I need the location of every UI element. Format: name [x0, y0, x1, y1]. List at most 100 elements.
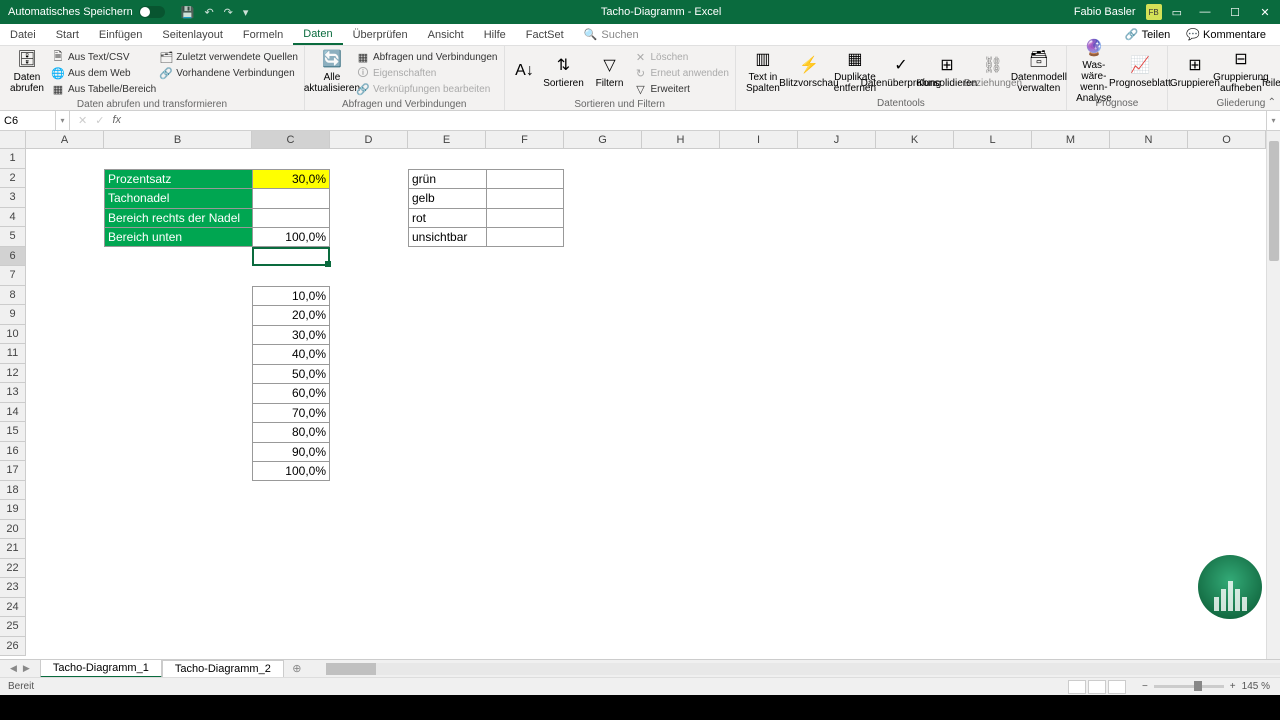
- text-to-columns[interactable]: ▥Text in Spalten: [742, 48, 784, 96]
- tab-datei[interactable]: Datei: [0, 24, 46, 45]
- row-header-24[interactable]: 24: [0, 598, 26, 618]
- queries-connections[interactable]: ▦Abfragen und Verbindungen: [357, 50, 498, 65]
- page-break-view-icon[interactable]: [1108, 680, 1126, 694]
- cell-B5[interactable]: Bereich unten: [104, 227, 252, 247]
- zoom-slider[interactable]: [1154, 685, 1224, 688]
- formula-input[interactable]: [133, 115, 1262, 127]
- tab-ansicht[interactable]: Ansicht: [418, 24, 474, 45]
- cell-C13[interactable]: 60,0%: [252, 383, 330, 403]
- scrollbar-thumb[interactable]: [326, 663, 376, 675]
- cell-E2[interactable]: grün: [408, 169, 486, 189]
- forecast-sheet[interactable]: 📈Prognoseblatt: [1119, 48, 1161, 96]
- cell-C9[interactable]: 20,0%: [252, 305, 330, 325]
- col-header-A[interactable]: A: [26, 131, 104, 149]
- row-header-12[interactable]: 12: [0, 364, 26, 384]
- tab-ueberpruefen[interactable]: Überprüfen: [343, 24, 418, 45]
- confirm-formula-icon[interactable]: ✓: [95, 114, 104, 127]
- cell-C17[interactable]: 100,0%: [252, 461, 330, 481]
- cell-E5[interactable]: unsichtbar: [408, 227, 486, 247]
- cell-B3[interactable]: Tachonadel: [104, 188, 252, 208]
- maximize-icon[interactable]: ☐: [1220, 6, 1250, 19]
- vertical-scrollbar[interactable]: [1266, 131, 1280, 659]
- qat-dropdown-icon[interactable]: ▾: [243, 6, 249, 19]
- minimize-icon[interactable]: —: [1190, 6, 1220, 19]
- cell-B4[interactable]: Bereich rechts der Nadel: [104, 208, 252, 228]
- scrollbar-thumb[interactable]: [1269, 141, 1279, 261]
- refresh-all-button[interactable]: 🔄Alle aktualisieren: [311, 48, 353, 96]
- col-header-F[interactable]: F: [486, 131, 564, 149]
- comments-button[interactable]: 💬Kommentare: [1180, 28, 1272, 41]
- normal-view-icon[interactable]: [1068, 680, 1086, 694]
- tab-daten[interactable]: Daten: [293, 24, 342, 45]
- zoom-in-icon[interactable]: +: [1230, 681, 1236, 692]
- row-header-8[interactable]: 8: [0, 286, 26, 306]
- from-table[interactable]: ▦Aus Tabelle/Bereich: [52, 82, 156, 97]
- existing-connections[interactable]: 🔗Vorhandene Verbindungen: [160, 66, 298, 81]
- row-header-18[interactable]: 18: [0, 481, 26, 501]
- row-header-5[interactable]: 5: [0, 227, 26, 247]
- tab-start[interactable]: Start: [46, 24, 89, 45]
- row-header-10[interactable]: 10: [0, 325, 26, 345]
- row-header-26[interactable]: 26: [0, 637, 26, 657]
- row-header-22[interactable]: 22: [0, 559, 26, 579]
- cell-C4[interactable]: [252, 208, 330, 228]
- cell-C5[interactable]: 100,0%: [252, 227, 330, 247]
- cell-F2[interactable]: [486, 169, 564, 189]
- get-data-button[interactable]: 🗄Daten abrufen: [6, 48, 48, 96]
- add-sheet-button[interactable]: ⊕: [288, 660, 306, 678]
- horizontal-scrollbar[interactable]: [326, 663, 1280, 675]
- tab-seitenlayout[interactable]: Seitenlayout: [152, 24, 233, 45]
- sort-asc-button[interactable]: A↓: [511, 48, 539, 96]
- name-box-dropdown-icon[interactable]: ▾: [56, 111, 70, 130]
- tell-me-search[interactable]: 🔍 Suchen: [584, 28, 639, 41]
- cell-F5[interactable]: [486, 227, 564, 247]
- remove-duplicates[interactable]: ▦Duplikate entfernen: [834, 48, 876, 96]
- row-header-13[interactable]: 13: [0, 383, 26, 403]
- cell-C15[interactable]: 80,0%: [252, 422, 330, 442]
- cell-B2[interactable]: Prozentsatz: [104, 169, 252, 189]
- sheet-tab-2[interactable]: Tacho-Diagramm_2: [162, 660, 284, 677]
- col-header-L[interactable]: L: [954, 131, 1032, 149]
- expand-formula-bar-icon[interactable]: ▾: [1266, 111, 1280, 130]
- user-avatar[interactable]: FB: [1146, 4, 1162, 20]
- what-if-analysis[interactable]: 🔮Was-wäre-wenn-Analyse: [1073, 48, 1115, 96]
- cell-C14[interactable]: 70,0%: [252, 403, 330, 423]
- cell-C3[interactable]: [252, 188, 330, 208]
- col-header-I[interactable]: I: [720, 131, 798, 149]
- row-header-14[interactable]: 14: [0, 403, 26, 423]
- ungroup-button[interactable]: ⊟Gruppierung aufheben: [1220, 48, 1262, 96]
- data-validation[interactable]: ✓Datenüberprüfung: [880, 48, 922, 96]
- tab-hilfe[interactable]: Hilfe: [474, 24, 516, 45]
- from-web[interactable]: 🌐Aus dem Web: [52, 66, 156, 81]
- page-layout-view-icon[interactable]: [1088, 680, 1106, 694]
- sheet-nav-next-icon[interactable]: ▶: [23, 663, 30, 674]
- subtotal-button[interactable]: ΣTeilergebnis: [1266, 48, 1280, 96]
- ribbon-display-icon[interactable]: ▭: [1172, 6, 1182, 19]
- col-header-G[interactable]: G: [564, 131, 642, 149]
- row-header-23[interactable]: 23: [0, 578, 26, 598]
- cell-C2[interactable]: 30,0%: [252, 169, 330, 189]
- consolidate[interactable]: ⊞Konsolidieren: [926, 48, 968, 96]
- tab-formeln[interactable]: Formeln: [233, 24, 293, 45]
- cell-F4[interactable]: [486, 208, 564, 228]
- row-header-7[interactable]: 7: [0, 266, 26, 286]
- cancel-formula-icon[interactable]: ✕: [78, 114, 87, 127]
- user-name[interactable]: Fabio Basler: [1074, 6, 1136, 18]
- flash-fill[interactable]: ⚡Blitzvorschau: [788, 48, 830, 96]
- from-text-csv[interactable]: 🗎Aus Text/CSV: [52, 50, 156, 65]
- cell-C8[interactable]: 10,0%: [252, 286, 330, 306]
- filter-button[interactable]: ▽Filtern: [589, 48, 631, 96]
- row-header-25[interactable]: 25: [0, 617, 26, 637]
- select-all-corner[interactable]: [0, 131, 26, 149]
- col-header-M[interactable]: M: [1032, 131, 1110, 149]
- row-header-17[interactable]: 17: [0, 461, 26, 481]
- share-button[interactable]: 🔗Teilen: [1119, 28, 1176, 41]
- sheet-nav-prev-icon[interactable]: ◀: [10, 663, 17, 674]
- tab-einfuegen[interactable]: Einfügen: [89, 24, 152, 45]
- save-icon[interactable]: 💾: [181, 6, 195, 19]
- redo-icon[interactable]: ↷: [224, 6, 233, 19]
- col-header-D[interactable]: D: [330, 131, 408, 149]
- undo-icon[interactable]: ↶: [204, 6, 213, 19]
- row-header-1[interactable]: 1: [0, 149, 26, 169]
- sort-button[interactable]: ⇅Sortieren: [543, 48, 585, 96]
